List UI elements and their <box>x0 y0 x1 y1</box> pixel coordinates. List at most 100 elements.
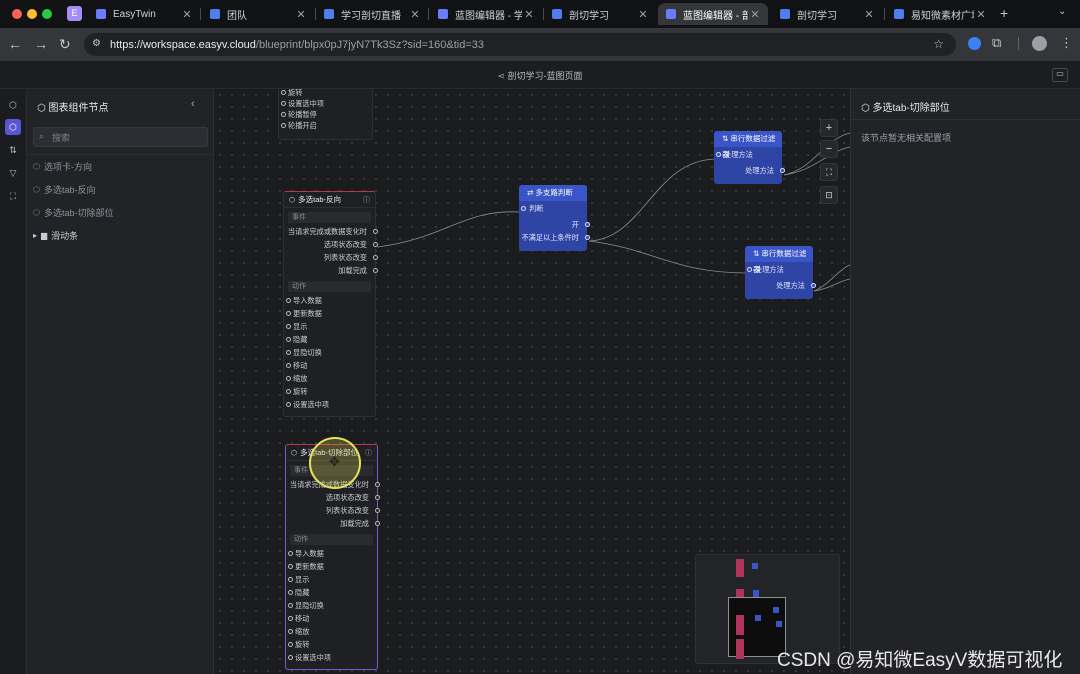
collapse-chevron-icon[interactable]: ‹ <box>191 98 195 110</box>
output-port[interactable] <box>373 255 378 260</box>
action-row: 设置选中项 <box>284 398 375 411</box>
input-port[interactable] <box>288 629 293 634</box>
component-nodes-icon[interactable]: ⬡ <box>5 119 21 135</box>
tab-cut-learn-2[interactable]: 剖切学习 ✕ <box>772 3 882 25</box>
maximize-window-button[interactable] <box>42 9 52 19</box>
list-item-tab-direction[interactable]: ⬡ 选项卡-方向 <box>33 160 92 173</box>
node-serial-filter-1[interactable]: ⇅ 串行数据过滤器 处理方法 处理方法 <box>714 131 785 184</box>
close-icon[interactable]: ✕ <box>408 8 422 21</box>
input-port[interactable] <box>281 123 286 128</box>
group-icon[interactable]: ⛶ <box>5 188 21 204</box>
input-port[interactable] <box>286 363 291 368</box>
more-menu-icon[interactable]: ⋮ <box>1060 35 1073 51</box>
minimize-window-button[interactable] <box>27 9 37 19</box>
forward-icon[interactable]: → <box>34 36 48 52</box>
info-icon[interactable]: ⓘ <box>365 448 372 458</box>
input-port[interactable] <box>288 564 293 569</box>
preview-icon[interactable]: ▭ <box>1052 68 1068 82</box>
output-port[interactable] <box>585 235 590 240</box>
output-port[interactable] <box>811 283 816 288</box>
input-port[interactable] <box>286 324 291 329</box>
node-tab-reverse[interactable]: ⬡ 多选tab-反向 ⓘ 事件 当请求完成或数据变化时 选项状态改变 列表状态改变… <box>283 191 378 417</box>
output-port[interactable] <box>375 495 380 500</box>
close-icon[interactable]: ✕ <box>974 8 988 21</box>
avatar[interactable] <box>1032 36 1047 51</box>
input-port[interactable] <box>281 112 286 117</box>
close-icon[interactable]: ✕ <box>294 8 308 21</box>
input-port[interactable] <box>288 603 293 608</box>
action-label: 缩放 <box>295 627 310 636</box>
fit-view-icon[interactable]: ⛶ <box>820 163 838 181</box>
output-port[interactable] <box>375 508 380 513</box>
back-icon[interactable]: ← <box>8 36 22 52</box>
input-port[interactable] <box>286 350 291 355</box>
input-port[interactable] <box>281 101 286 106</box>
node-header[interactable]: ⇄ 多支路判断 <box>519 185 587 201</box>
tab-live[interactable]: 学习剖切直播 ✕ <box>316 3 428 25</box>
bookmark-star-icon[interactable]: ☆ <box>933 37 944 51</box>
tab-cut-learn[interactable]: 剖切学习 ✕ <box>544 3 656 25</box>
close-icon[interactable]: ✕ <box>748 8 762 21</box>
input-port[interactable] <box>747 267 752 272</box>
input-port[interactable] <box>288 616 293 621</box>
output-port[interactable] <box>373 229 378 234</box>
cube-icon[interactable]: ⬡ <box>5 97 21 113</box>
zoom-in-button[interactable]: + <box>820 119 838 137</box>
lock-icon[interactable]: ⊡ <box>820 186 838 204</box>
info-icon[interactable]: ⓘ <box>363 195 370 205</box>
tab-blueprint-learn[interactable]: 蓝图编辑器 - 学 ✕ <box>430 3 542 25</box>
reload-icon[interactable]: ↻ <box>59 36 71 53</box>
node-serial-filter-2[interactable]: ⇅ 串行数据过滤器 处理方法 处理方法 <box>745 246 816 299</box>
tab-material[interactable]: 易知微素材广场 ✕ <box>886 3 994 25</box>
output-port[interactable] <box>373 268 378 273</box>
input-port[interactable] <box>286 389 291 394</box>
logic-icon[interactable]: ⇅ <box>5 142 21 158</box>
profile-badge[interactable]: E <box>67 6 82 21</box>
input-port[interactable] <box>288 551 293 556</box>
tab-easytwin[interactable]: EasyTwin ✕ <box>88 3 200 25</box>
input-port[interactable] <box>288 590 293 595</box>
input-port[interactable] <box>288 642 293 647</box>
close-window-button[interactable] <box>12 9 22 19</box>
input-port[interactable] <box>716 152 721 157</box>
input-port[interactable] <box>288 577 293 582</box>
input-port[interactable] <box>286 376 291 381</box>
close-icon[interactable]: ✕ <box>862 8 876 21</box>
list-item-tab-cut[interactable]: ⬡ 多选tab-切除部位 <box>33 206 114 219</box>
close-icon[interactable]: ✕ <box>180 8 194 21</box>
input-port[interactable] <box>281 90 286 95</box>
input-port[interactable] <box>286 311 291 316</box>
close-icon[interactable]: ✕ <box>522 8 536 21</box>
output-port[interactable] <box>375 482 380 487</box>
site-info-icon[interactable]: ⚙ <box>92 38 101 49</box>
close-icon[interactable]: ✕ <box>636 8 650 21</box>
input-port[interactable] <box>288 655 293 660</box>
tab-team[interactable]: 团队 ✕ <box>202 3 314 25</box>
tab-blueprint-cut[interactable]: 蓝图编辑器 - 剖 ✕ <box>658 3 768 25</box>
input-port[interactable] <box>521 206 526 211</box>
output-port[interactable] <box>780 168 785 173</box>
output-port[interactable] <box>373 242 378 247</box>
node-header[interactable]: ⬡ 多选tab-反向 ⓘ <box>284 192 375 208</box>
filter-icon[interactable]: ▽ <box>5 165 21 181</box>
extension-icon[interactable] <box>968 37 981 50</box>
extensions-puzzle-icon[interactable]: ⧉ <box>992 35 1001 51</box>
zoom-out-button[interactable]: − <box>820 140 838 158</box>
output-port[interactable] <box>585 222 590 227</box>
node-partial-top[interactable]: 旋转 设置选中项 轮播暂停 轮播开启 <box>278 89 373 140</box>
folder-slider[interactable]: ▸ ▆ 滑动条 <box>33 229 78 242</box>
input-port[interactable] <box>286 337 291 342</box>
node-header[interactable]: ⇅ 串行数据过滤器 <box>745 246 813 274</box>
input-port[interactable] <box>286 402 291 407</box>
new-tab-button[interactable]: + <box>1000 5 1008 21</box>
node-header[interactable]: ⇅ 串行数据过滤器 <box>714 131 782 159</box>
hexagon-icon: ⬡ <box>33 208 40 217</box>
tab-search-icon[interactable]: ⌄ <box>1058 6 1066 17</box>
list-item-tab-reverse[interactable]: ⬡ 多选tab-反向 <box>33 183 96 196</box>
url-input[interactable]: ⚙ https://workspace.easyv.cloud/blueprin… <box>84 33 956 56</box>
blueprint-canvas[interactable]: 旋转 设置选中项 轮播暂停 轮播开启 ⬡ 多选tab-反向 ⓘ 事件 当请求完成或… <box>214 89 850 674</box>
output-port[interactable] <box>375 521 380 526</box>
search-input[interactable]: ⌕ 搜索 <box>33 127 208 147</box>
node-multi-branch[interactable]: ⇄ 多支路判断 判断 开 不满足以上条件时 <box>519 185 590 251</box>
input-port[interactable] <box>286 298 291 303</box>
